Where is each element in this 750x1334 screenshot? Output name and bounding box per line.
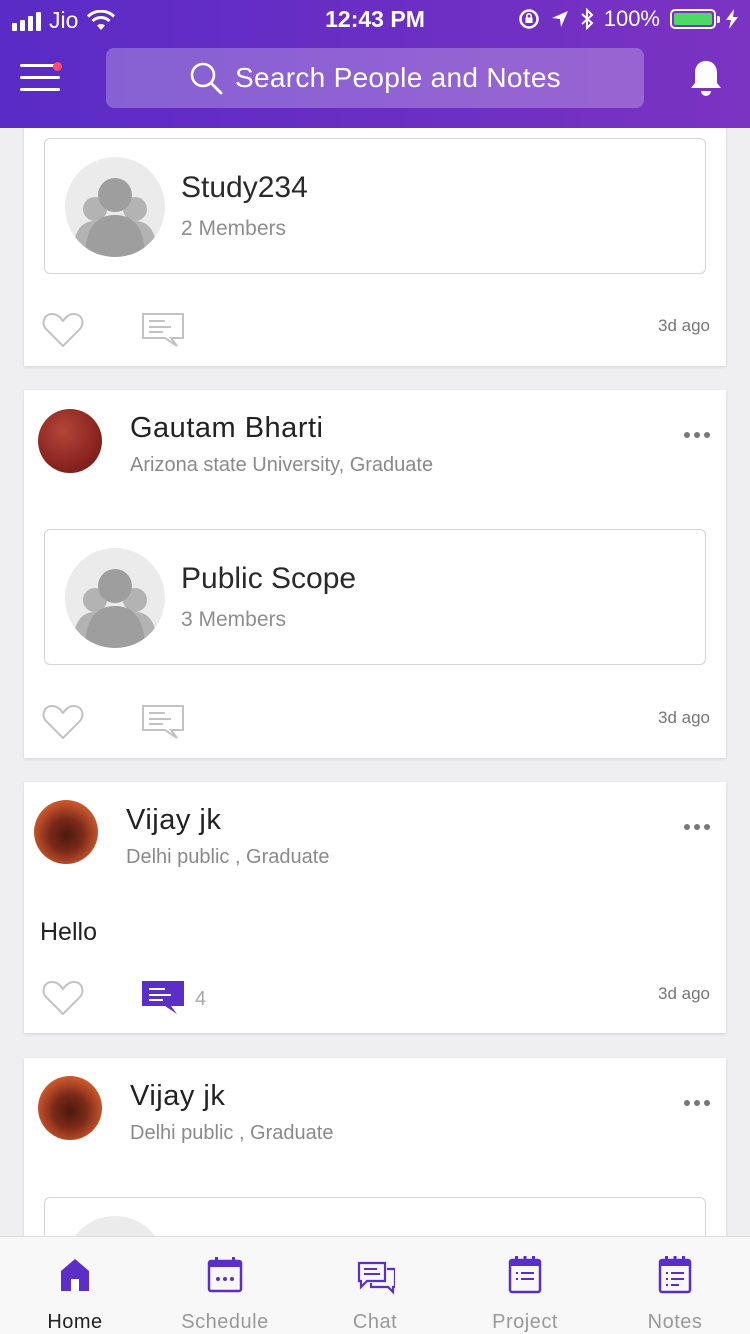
more-options-icon[interactable] [684, 432, 710, 440]
nav-schedule[interactable]: Schedule [150, 1237, 300, 1334]
charging-icon [726, 9, 738, 29]
comment-icon[interactable] [141, 312, 185, 352]
notes-icon [658, 1256, 692, 1294]
group-preview[interactable]: Public Scope 3 Members [44, 529, 706, 665]
feed-card: Vijay jk Delhi public , Graduate [24, 1058, 726, 1333]
battery-percent: 100% [603, 6, 660, 31]
user-subtitle: Arizona state University, Graduate [130, 454, 434, 476]
group-members: 3 Members [181, 608, 287, 631]
more-options-icon[interactable] [684, 824, 710, 832]
search-placeholder: Search People and Notes [234, 62, 561, 93]
heart-icon[interactable] [41, 978, 85, 1018]
app-header: Jio 12:43 PM 100% Search People and Note… [0, 0, 750, 128]
nav-label: Chat [352, 1311, 398, 1333]
orientation-lock-icon [518, 9, 539, 29]
calendar-icon [207, 1257, 243, 1293]
user-name[interactable]: Gautam Bharti [130, 412, 323, 445]
time-ago: 3d ago [658, 984, 710, 1003]
feed-card: Study234 2 Members 3d ago [24, 100, 726, 366]
nav-project[interactable]: Project [450, 1237, 600, 1334]
group-members: 2 Members [181, 217, 287, 240]
feed-card: Gautam Bharti Arizona state University, … [24, 390, 726, 758]
group-avatar [65, 548, 165, 648]
avatar[interactable] [38, 1076, 102, 1140]
group-name: Study234 [181, 171, 308, 204]
nav-label: Schedule [181, 1311, 269, 1333]
comment-icon[interactable] [141, 704, 185, 744]
bell-icon[interactable] [688, 58, 724, 98]
search-icon [190, 62, 223, 95]
user-subtitle: Delhi public , Graduate [126, 846, 330, 868]
bluetooth-icon [581, 8, 594, 30]
status-bar: Jio 12:43 PM 100% [0, 0, 750, 40]
nav-notes[interactable]: Notes [600, 1237, 750, 1334]
battery-icon [670, 9, 720, 29]
chat-icon [357, 1261, 395, 1295]
group-placeholder-icon [73, 178, 157, 257]
heart-icon[interactable] [41, 702, 85, 742]
user-name[interactable]: Vijay jk [130, 1080, 225, 1113]
home-icon [61, 1259, 89, 1291]
nav-label: Notes [647, 1311, 703, 1333]
notification-dot [53, 62, 62, 71]
nav-chat[interactable]: Chat [300, 1237, 450, 1334]
group-avatar [65, 157, 165, 257]
bottom-nav: Home Schedule Chat Project Notes [0, 1236, 750, 1334]
user-subtitle: Delhi public , Graduate [130, 1122, 334, 1144]
comment-count: 4 [195, 988, 207, 1010]
nav-label: Project [492, 1311, 558, 1333]
heart-icon[interactable] [41, 310, 85, 350]
location-icon [551, 11, 568, 27]
more-options-icon[interactable] [684, 1100, 710, 1108]
comment-icon[interactable] [141, 980, 185, 1020]
search-input[interactable]: Search People and Notes [106, 48, 644, 108]
menu-button[interactable] [20, 62, 62, 94]
time-ago: 3d ago [658, 708, 710, 727]
group-placeholder-icon [73, 569, 157, 648]
avatar[interactable] [38, 409, 102, 473]
group-name: Public Scope [181, 562, 357, 595]
time-ago: 3d ago [658, 316, 710, 335]
feed-card: Vijay jk Delhi public , Graduate Hello 4… [24, 782, 726, 1033]
avatar[interactable] [34, 800, 98, 864]
user-name[interactable]: Vijay jk [126, 804, 221, 837]
group-preview[interactable]: Study234 2 Members [44, 138, 706, 274]
nav-label: Home [47, 1311, 103, 1333]
nav-home[interactable]: Home [0, 1237, 150, 1334]
post-text: Hello [40, 918, 97, 946]
project-icon [508, 1256, 542, 1294]
